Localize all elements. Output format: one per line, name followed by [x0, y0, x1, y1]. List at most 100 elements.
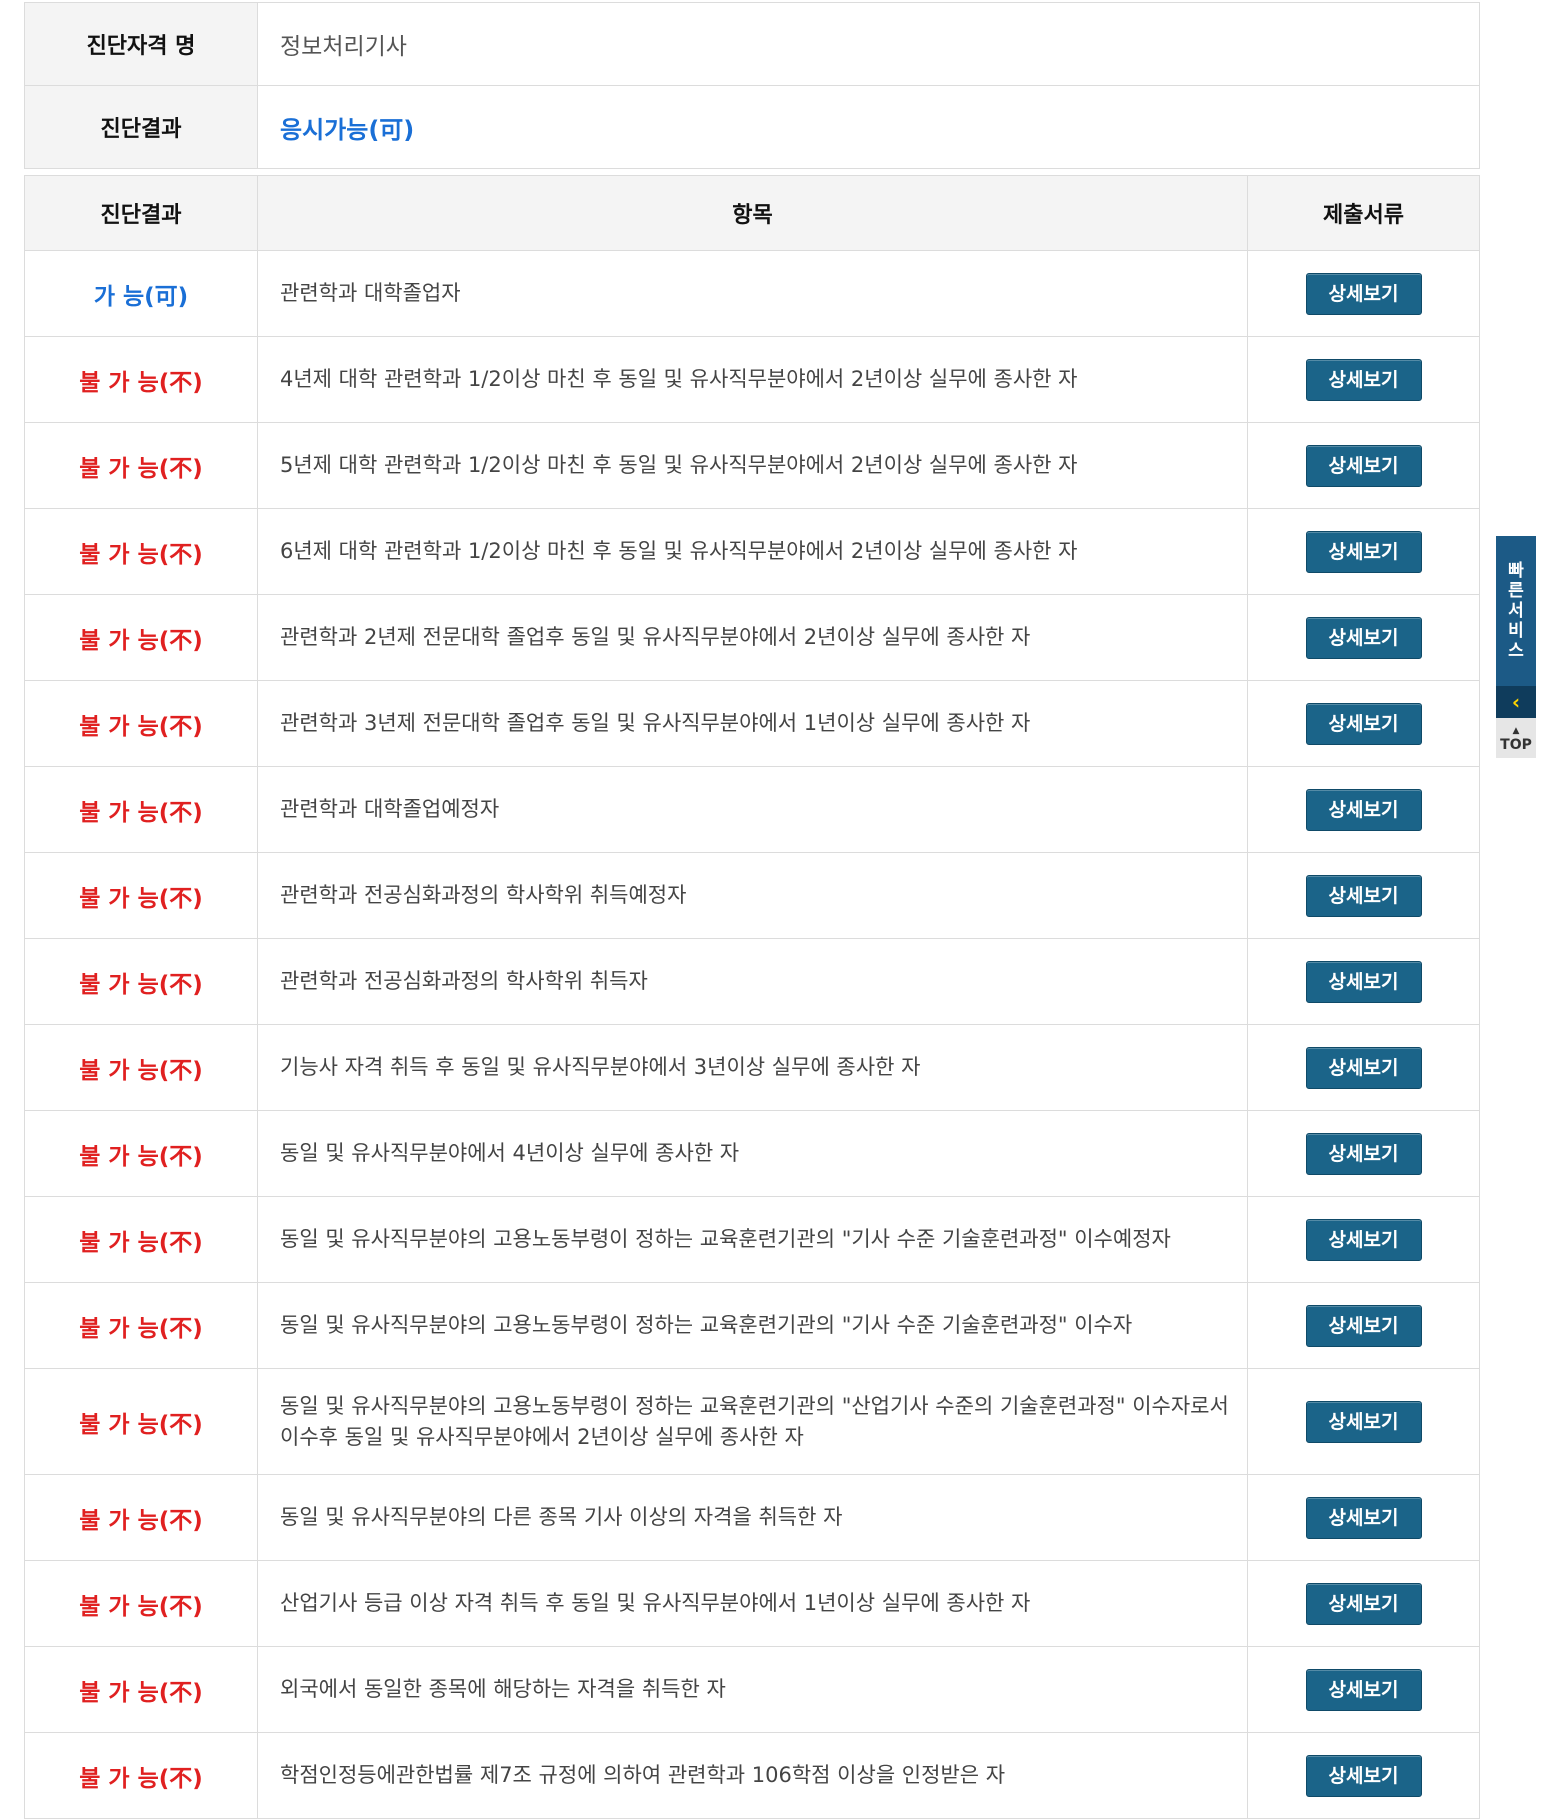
table-row: 불 가 능(不) 산업기사 등급 이상 자격 취득 후 동일 및 유사직무분야에서…: [24, 1560, 1480, 1647]
row-documents: 상세보기: [1247, 766, 1480, 853]
detail-button[interactable]: 상세보기: [1305, 960, 1422, 1003]
detail-button[interactable]: 상세보기: [1305, 444, 1422, 487]
row-documents: 상세보기: [1247, 594, 1480, 681]
row-status: 불 가 능(不): [24, 1646, 258, 1733]
detail-button[interactable]: 상세보기: [1305, 874, 1422, 917]
table-row: 불 가 능(不) 동일 및 유사직무분야에서 4년이상 실무에 종사한 자 상세보기: [24, 1110, 1480, 1197]
row-documents: 상세보기: [1247, 1560, 1480, 1647]
row-documents: 상세보기: [1247, 336, 1480, 423]
row-item: 학점인정등에관한법률 제7조 규정에 의하여 관련학과 106학점 이상을 인정…: [257, 1732, 1248, 1819]
table-row: 불 가 능(不) 동일 및 유사직무분야의 고용노동부령이 정하는 교육훈련기관의…: [24, 1196, 1480, 1283]
row-item: 관련학과 대학졸업자: [257, 250, 1248, 337]
quick-service-char: 른: [1508, 581, 1524, 601]
row-status: 불 가 능(不): [24, 1732, 258, 1819]
row-documents: 상세보기: [1247, 938, 1480, 1025]
diagnosis-panel: 진단자격 명 정보처리기사 진단결과 응시가능(可) 진단결과 항목 제출서류 …: [24, 2, 1480, 1819]
row-status: 불 가 능(不): [24, 766, 258, 853]
row-status: 불 가 능(不): [24, 594, 258, 681]
row-status: 불 가 능(不): [24, 1024, 258, 1111]
detail-button[interactable]: 상세보기: [1305, 1046, 1422, 1089]
quick-service-char: 비: [1508, 621, 1524, 641]
row-item: 6년제 대학 관련학과 1/2이상 마친 후 동일 및 유사직무분야에서 2년이…: [257, 508, 1248, 595]
row-status: 가 능(可): [24, 250, 258, 337]
table-row: 불 가 능(不) 관련학과 대학졸업예정자 상세보기: [24, 766, 1480, 853]
row-item: 외국에서 동일한 종목에 해당하는 자격을 취득한 자: [257, 1646, 1248, 1733]
quick-service-menu: 빠 른 서 비 스 ‹ ▲ TOP: [1496, 536, 1536, 758]
row-documents: 상세보기: [1247, 1024, 1480, 1111]
row-documents: 상세보기: [1247, 422, 1480, 509]
table-row: 불 가 능(不) 학점인정등에관한법률 제7조 규정에 의하여 관련학과 106학…: [24, 1732, 1480, 1819]
quick-service-button[interactable]: 빠 른 서 비 스: [1496, 536, 1536, 686]
row-item: 동일 및 유사직무분야의 고용노동부령이 정하는 교육훈련기관의 "산업기사 수…: [257, 1368, 1248, 1475]
row-status: 불 가 능(不): [24, 680, 258, 767]
summary-row-qualification: 진단자격 명 정보처리기사: [24, 2, 1480, 86]
row-status: 불 가 능(不): [24, 938, 258, 1025]
row-documents: 상세보기: [1247, 1110, 1480, 1197]
row-item: 동일 및 유사직무분야의 고용노동부령이 정하는 교육훈련기관의 "기사 수준 …: [257, 1196, 1248, 1283]
result-value: 응시가능(可): [257, 85, 1480, 169]
detail-button[interactable]: 상세보기: [1305, 530, 1422, 573]
row-item: 동일 및 유사직무분야의 다른 종목 기사 이상의 자격을 취득한 자: [257, 1474, 1248, 1561]
table-row: 불 가 능(不) 5년제 대학 관련학과 1/2이상 마친 후 동일 및 유사직무…: [24, 422, 1480, 509]
row-item: 동일 및 유사직무분야에서 4년이상 실무에 종사한 자: [257, 1110, 1248, 1197]
detail-button[interactable]: 상세보기: [1305, 616, 1422, 659]
row-item: 4년제 대학 관련학과 1/2이상 마친 후 동일 및 유사직무분야에서 2년이…: [257, 336, 1248, 423]
row-documents: 상세보기: [1247, 1732, 1480, 1819]
collapse-arrow-icon[interactable]: ‹: [1496, 686, 1536, 718]
row-item: 관련학과 전공심화과정의 학사학위 취득자: [257, 938, 1248, 1025]
detail-button[interactable]: 상세보기: [1305, 1496, 1422, 1539]
table-row: 불 가 능(不) 기능사 자격 취득 후 동일 및 유사직무분야에서 3년이상 실…: [24, 1024, 1480, 1111]
row-documents: 상세보기: [1247, 680, 1480, 767]
detail-button[interactable]: 상세보기: [1305, 702, 1422, 745]
table-row: 불 가 능(不) 관련학과 전공심화과정의 학사학위 취득자 상세보기: [24, 938, 1480, 1025]
row-status: 불 가 능(不): [24, 1474, 258, 1561]
row-status: 불 가 능(不): [24, 336, 258, 423]
row-item: 5년제 대학 관련학과 1/2이상 마친 후 동일 및 유사직무분야에서 2년이…: [257, 422, 1248, 509]
quick-service-char: 스: [1508, 641, 1524, 661]
row-documents: 상세보기: [1247, 1196, 1480, 1283]
result-label: 진단결과: [24, 85, 258, 169]
row-status: 불 가 능(不): [24, 1560, 258, 1647]
detail-button[interactable]: 상세보기: [1305, 1304, 1422, 1347]
row-status: 불 가 능(不): [24, 1368, 258, 1475]
quick-service-char: 서: [1508, 601, 1524, 621]
row-item: 동일 및 유사직무분야의 고용노동부령이 정하는 교육훈련기관의 "기사 수준 …: [257, 1282, 1248, 1369]
detail-button[interactable]: 상세보기: [1305, 788, 1422, 831]
row-documents: 상세보기: [1247, 250, 1480, 337]
top-label: TOP: [1500, 737, 1532, 753]
row-item: 산업기사 등급 이상 자격 취득 후 동일 및 유사직무분야에서 1년이상 실무…: [257, 1560, 1248, 1647]
row-item: 관련학과 2년제 전문대학 졸업후 동일 및 유사직무분야에서 2년이상 실무에…: [257, 594, 1248, 681]
row-status: 불 가 능(不): [24, 1110, 258, 1197]
row-status: 불 가 능(不): [24, 852, 258, 939]
detail-button[interactable]: 상세보기: [1305, 1668, 1422, 1711]
row-status: 불 가 능(不): [24, 508, 258, 595]
detail-button[interactable]: 상세보기: [1305, 1582, 1422, 1625]
table-row: 불 가 능(不) 동일 및 유사직무분야의 다른 종목 기사 이상의 자격을 취득…: [24, 1474, 1480, 1561]
row-documents: 상세보기: [1247, 508, 1480, 595]
detail-button[interactable]: 상세보기: [1305, 358, 1422, 401]
table-row: 불 가 능(不) 동일 및 유사직무분야의 고용노동부령이 정하는 교육훈련기관의…: [24, 1282, 1480, 1369]
detail-button[interactable]: 상세보기: [1305, 1132, 1422, 1175]
summary-table: 진단자격 명 정보처리기사 진단결과 응시가능(可): [24, 2, 1480, 169]
detail-button[interactable]: 상세보기: [1305, 1218, 1422, 1261]
table-row: 불 가 능(不) 4년제 대학 관련학과 1/2이상 마친 후 동일 및 유사직무…: [24, 336, 1480, 423]
table-row: 불 가 능(不) 6년제 대학 관련학과 1/2이상 마친 후 동일 및 유사직무…: [24, 508, 1480, 595]
table-row: 불 가 능(不) 관련학과 2년제 전문대학 졸업후 동일 및 유사직무분야에서 …: [24, 594, 1480, 681]
header-item: 항목: [257, 175, 1248, 251]
table-header: 진단결과 항목 제출서류: [24, 175, 1480, 251]
scroll-top-button[interactable]: ▲ TOP: [1496, 718, 1536, 758]
table-row: 불 가 능(不) 관련학과 전공심화과정의 학사학위 취득예정자 상세보기: [24, 852, 1480, 939]
header-documents: 제출서류: [1247, 175, 1480, 251]
up-arrow-icon: ▲: [1512, 726, 1520, 736]
table-row: 불 가 능(不) 관련학과 3년제 전문대학 졸업후 동일 및 유사직무분야에서 …: [24, 680, 1480, 767]
summary-row-result: 진단결과 응시가능(可): [24, 85, 1480, 169]
detail-button[interactable]: 상세보기: [1305, 1400, 1422, 1443]
quick-service-char: 빠: [1508, 561, 1524, 581]
row-item: 관련학과 대학졸업예정자: [257, 766, 1248, 853]
detail-button[interactable]: 상세보기: [1305, 272, 1422, 315]
row-documents: 상세보기: [1247, 1368, 1480, 1475]
detail-button[interactable]: 상세보기: [1305, 1754, 1422, 1797]
row-status: 불 가 능(不): [24, 1282, 258, 1369]
row-item: 기능사 자격 취득 후 동일 및 유사직무분야에서 3년이상 실무에 종사한 자: [257, 1024, 1248, 1111]
row-status: 불 가 능(不): [24, 1196, 258, 1283]
